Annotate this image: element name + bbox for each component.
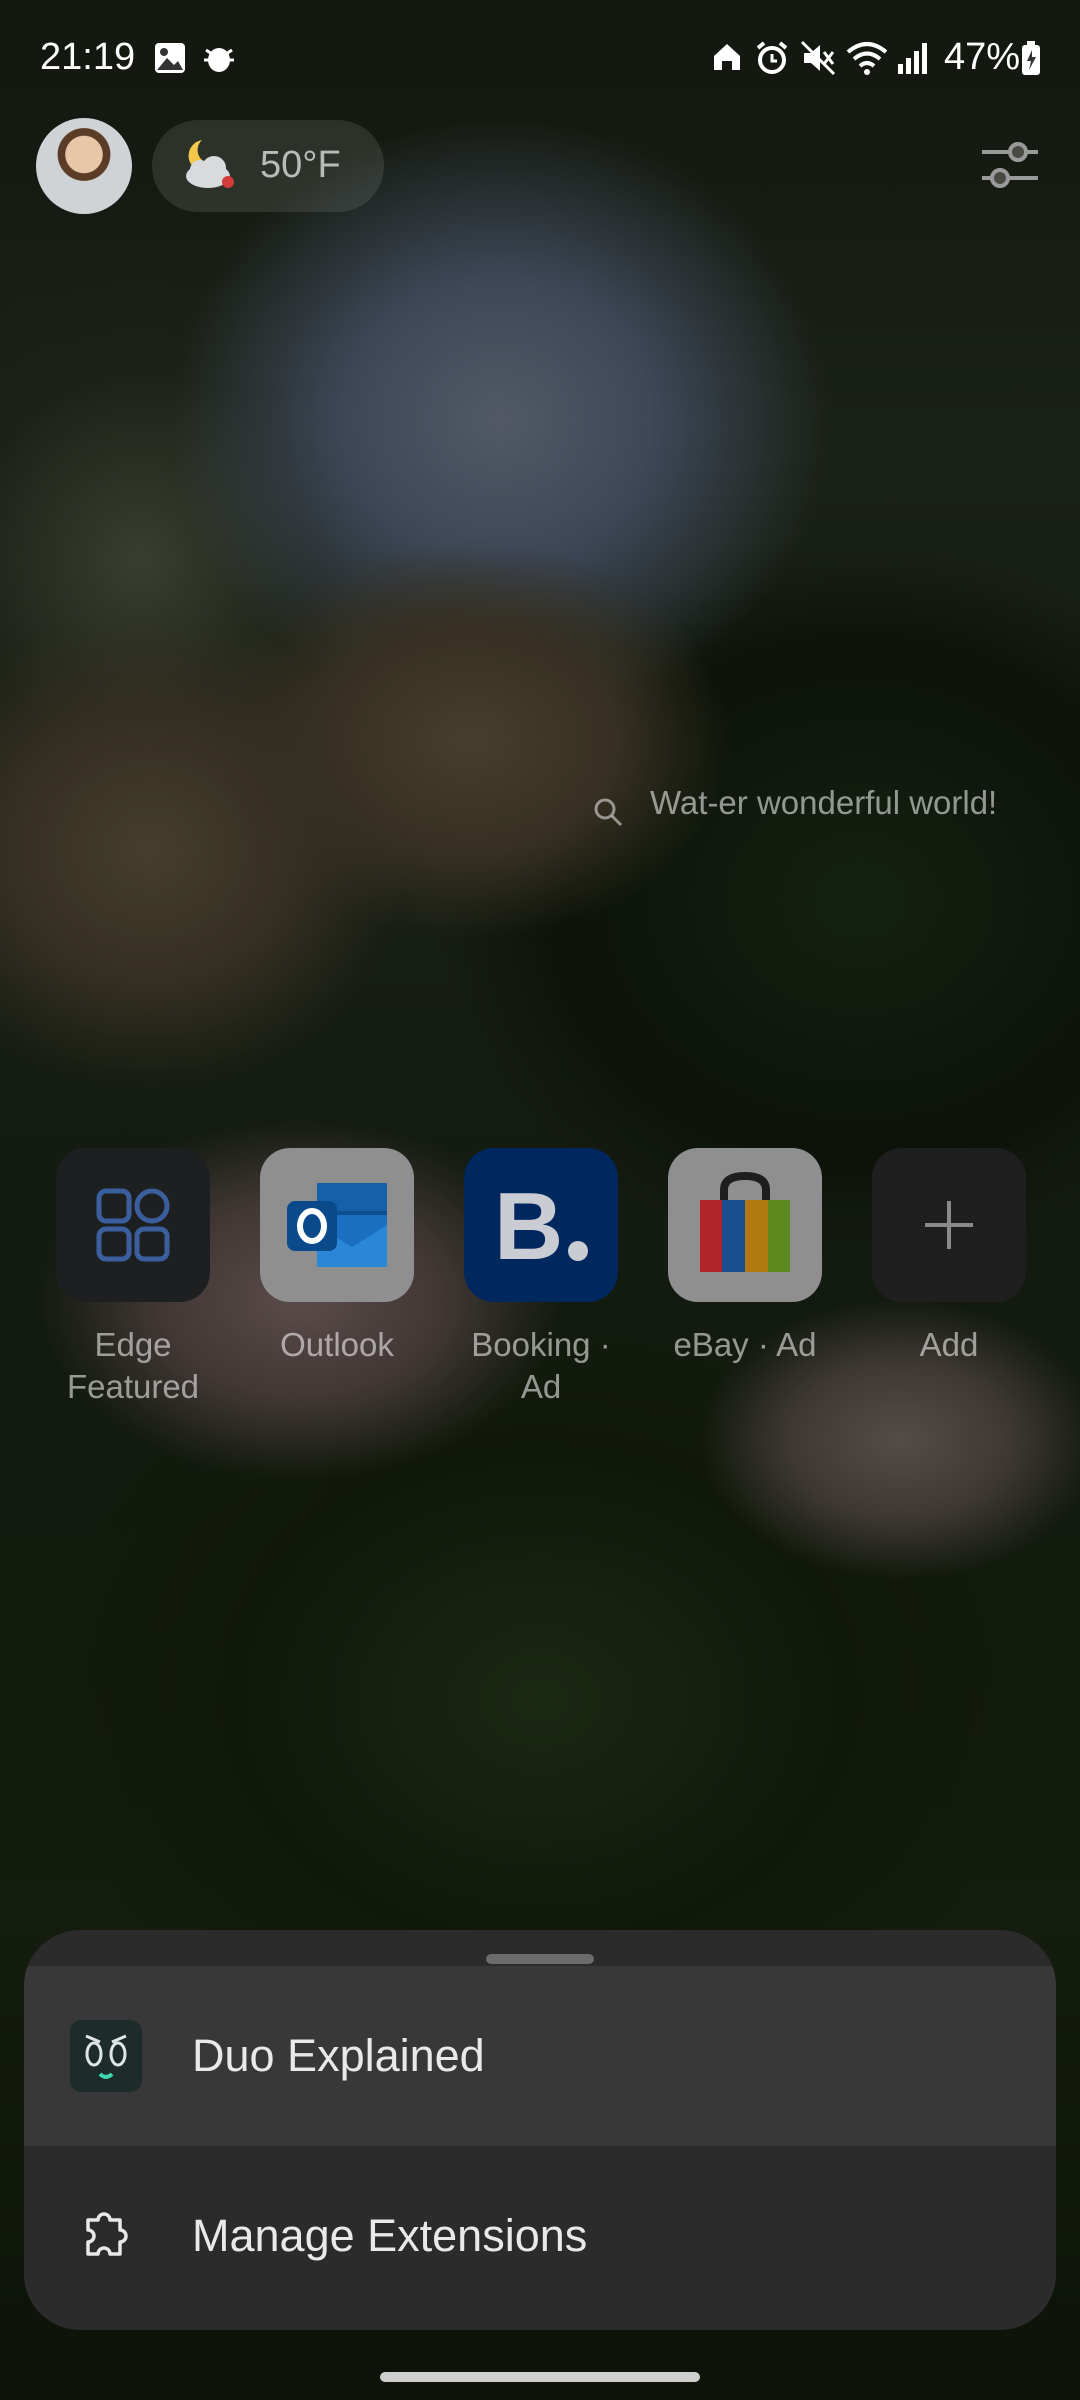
puzzle-icon (70, 2200, 142, 2272)
ebay-icon (668, 1148, 822, 1302)
background-image-caption[interactable]: Wat-er wonderful world! (650, 784, 997, 822)
alarm-icon (754, 40, 790, 81)
menu-item-manage-extensions[interactable]: Manage Extensions (24, 2146, 1056, 2326)
signal-icon (896, 40, 930, 81)
menu-item-duo-explained[interactable]: Duo Explained (24, 1966, 1056, 2146)
quick-link-add[interactable]: Add (872, 1148, 1026, 1366)
page-settings-icon[interactable] (978, 138, 1042, 199)
quick-link-booking[interactable]: B Booking · Ad (464, 1148, 618, 1408)
search-icon[interactable] (592, 796, 624, 833)
sheet-drag-handle[interactable] (486, 1954, 594, 1964)
battery-percent: 47% (943, 36, 1020, 78)
quick-link-edge-featured[interactable]: Edge Featured (56, 1148, 210, 1408)
gallery-icon (152, 40, 188, 81)
svg-text:B: B (494, 1175, 563, 1275)
battery-icon (1020, 40, 1042, 81)
booking-icon: B (464, 1148, 618, 1302)
weather-widget[interactable]: 50°F (152, 120, 384, 212)
wifi-icon (846, 40, 888, 81)
extensions-bottom-sheet: Duo Explained Manage Extensions (24, 1930, 1056, 2330)
gesture-navigation-bar[interactable] (380, 2372, 700, 2382)
home-icon (710, 40, 744, 79)
menu-item-label: Duo Explained (192, 2030, 485, 2081)
quick-link-outlook[interactable]: Outlook (260, 1148, 414, 1366)
quick-link-label: Outlook (280, 1326, 394, 1363)
plus-icon (872, 1148, 1026, 1302)
quick-link-label: eBay · Ad (673, 1326, 817, 1363)
duo-icon (70, 2020, 142, 2092)
outlook-icon (260, 1148, 414, 1302)
status-bar: 21:19 47% (0, 0, 1080, 120)
partly-cloudy-night-icon (176, 134, 240, 203)
quick-link-label: Booking · Ad (471, 1326, 611, 1405)
menu-item-label: Manage Extensions (192, 2210, 588, 2261)
edge-featured-icon (56, 1148, 210, 1302)
mute-icon (800, 40, 836, 81)
quick-link-ebay[interactable]: eBay · Ad (668, 1148, 822, 1366)
profile-avatar[interactable] (36, 118, 132, 214)
bug-icon (200, 40, 238, 81)
quick-link-label: Edge Featured (66, 1326, 200, 1405)
screen: 21:19 47% 50°F Wat-er wonderful world! E… (0, 0, 1080, 2400)
status-time: 21:19 (40, 36, 136, 78)
weather-temperature: 50°F (260, 144, 341, 186)
quick-link-label: Add (919, 1326, 979, 1363)
